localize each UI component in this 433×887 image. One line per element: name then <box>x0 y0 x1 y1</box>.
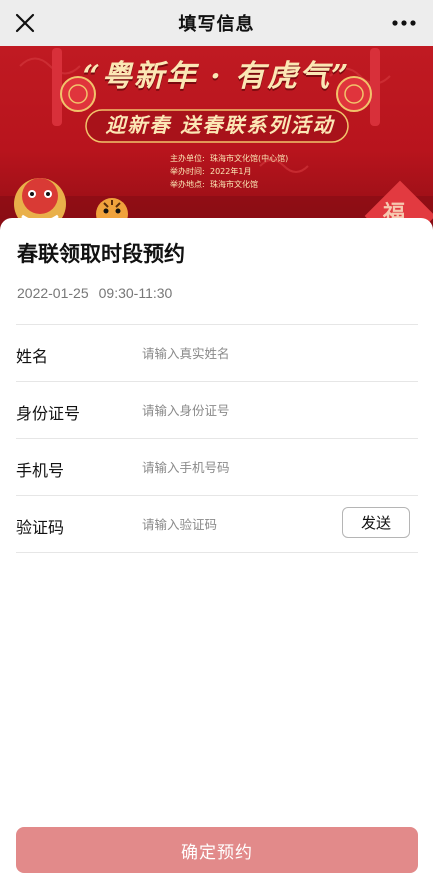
event-banner: “粤新年 · 有虎气” 迎新春 送春联系列活动 主办单位: 珠海市文化馆(中心馆)… <box>0 46 433 236</box>
booking-slot: 2022-01-25 09:30-11:30 <box>17 285 172 301</box>
banner-subtitle: 迎新春 送春联系列活动 <box>105 113 335 137</box>
booking-time-range: 09:30-11:30 <box>98 285 173 301</box>
booking-card: 春联领取时段预约 2022-01-25 09:30-11:30 姓名 身份证号 手… <box>0 218 433 887</box>
form-row-code: 验证码 发送 <box>16 495 418 553</box>
name-label: 姓名 <box>16 347 49 366</box>
verification-code-input[interactable] <box>142 512 312 536</box>
booking-form: 姓名 身份证号 手机号 验证码 发送 <box>16 324 418 553</box>
send-code-button[interactable]: 发送 <box>342 507 410 538</box>
form-row-name: 姓名 <box>16 324 418 381</box>
confirm-booking-button[interactable]: 确定预约 <box>16 827 418 873</box>
page-title: 填写信息 <box>178 14 255 35</box>
navbar: 填写信息 <box>0 0 433 46</box>
banner-title: “粤新年 · 有虎气” <box>82 59 351 94</box>
form-row-id: 身份证号 <box>16 381 418 438</box>
name-input[interactable] <box>142 341 332 365</box>
banner-info: 主办单位: 珠海市文化馆(中心馆) 举办时间: 2022年1月 举办地点: 珠海市文化… <box>170 152 288 191</box>
banner-info-place: 举办地点: 珠海市文化馆 <box>170 180 258 189</box>
id-number-label: 身份证号 <box>16 404 81 423</box>
close-icon[interactable] <box>14 12 36 34</box>
id-number-input[interactable] <box>142 398 332 422</box>
booking-title: 春联领取时段预约 <box>17 242 185 266</box>
form-row-phone: 手机号 <box>16 438 418 495</box>
phone-input[interactable] <box>142 455 332 479</box>
phone-label: 手机号 <box>16 461 65 480</box>
more-dots-icon[interactable] <box>391 12 417 34</box>
booking-date: 2022-01-25 <box>17 285 89 301</box>
banner-info-host: 主办单位: 珠海市文化馆(中心馆) <box>170 154 289 163</box>
banner-info-time: 举办时间: 2022年1月 <box>170 167 252 176</box>
verification-code-label: 验证码 <box>16 518 65 537</box>
